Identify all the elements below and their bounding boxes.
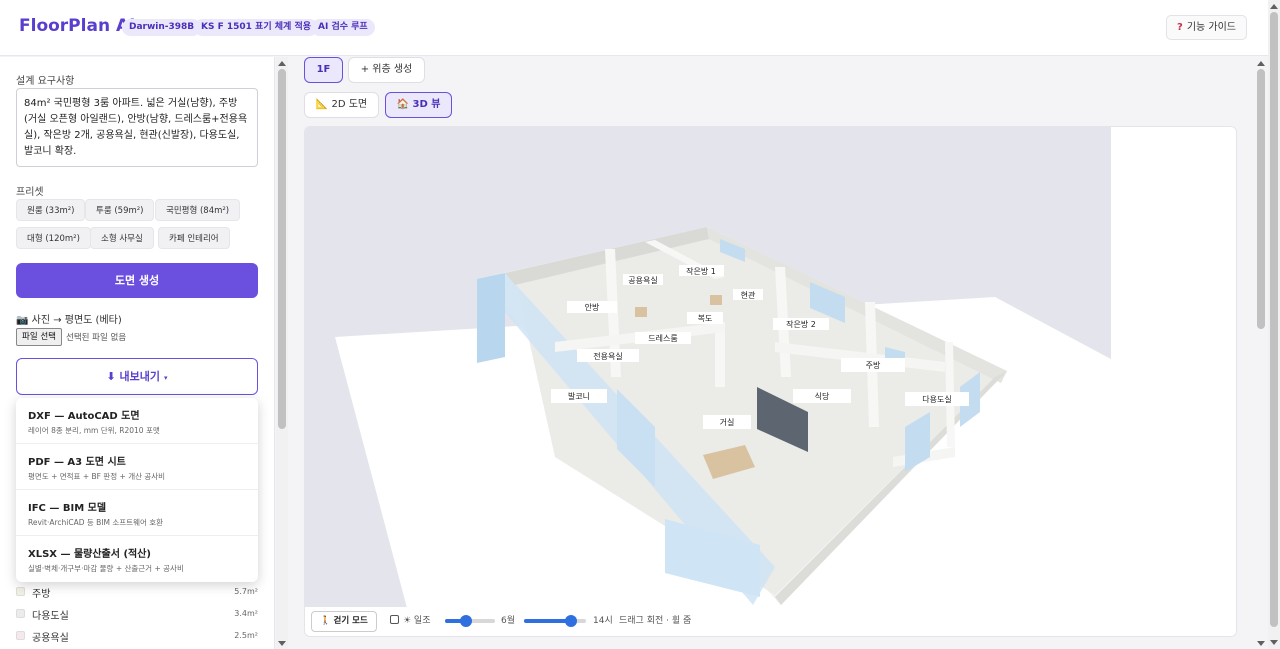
generate-button[interactable]: 도면 생성 — [16, 263, 258, 298]
room-list-item[interactable]: 주방 5.7m² — [16, 583, 258, 601]
tab-3d-view[interactable]: 🏠 3D 뷰 — [385, 92, 452, 118]
scroll-up-icon[interactable] — [1270, 4, 1278, 9]
file-status: 선택된 파일 없음 — [66, 333, 127, 343]
export-option-title: XLSX — 물량산출서 (적산) — [28, 549, 151, 560]
room-label: 현관 — [741, 290, 756, 300]
month-slider-knob[interactable] — [460, 615, 472, 627]
sunlight-checkbox[interactable] — [390, 615, 399, 624]
photo-to-plan-title: 📷 사진 → 평면도 (베타) — [16, 315, 122, 326]
export-option-title: DXF — AutoCAD 도면 — [28, 411, 140, 422]
room-label: 작은방 2 — [786, 319, 816, 329]
viewer-controls: 🚶 걷기 모드 ☀ 일조 6월 14시 드래그 회전 · 휠 줌 — [304, 606, 1237, 636]
tab-2d-plan[interactable]: 📐 2D 도면 — [304, 92, 379, 118]
room-label: 거실 — [720, 417, 735, 427]
room-label: 발코니 — [568, 391, 590, 401]
preset-button[interactable]: 소형 사무실 — [90, 227, 154, 249]
hour-slider[interactable] — [524, 615, 586, 627]
3d-model-render: 공용욕실 작은방 1 현관 안방 복도 작은방 2 드레스룸 전용욕실 주방 발… — [305, 127, 1236, 636]
export-option-desc: 레이어 8종 분리, mm 단위, R2010 포맷 — [28, 426, 160, 435]
window-scrollbar[interactable] — [1268, 0, 1280, 649]
main-scrollbar[interactable] — [1255, 57, 1267, 649]
scrollbar-thumb[interactable] — [1270, 12, 1278, 627]
room-color-swatch — [16, 609, 25, 618]
preset-button[interactable]: 대형 (120m²) — [16, 227, 91, 249]
room-label: 안방 — [585, 302, 600, 312]
guide-button[interactable]: ? 기능 가이드 — [1166, 15, 1247, 40]
export-option-dxf[interactable]: DXF — AutoCAD 도면 레이어 8종 분리, mm 단위, R2010… — [16, 398, 258, 444]
export-dropdown: DXF — AutoCAD 도면 레이어 8종 분리, mm 단위, R2010… — [16, 398, 258, 582]
preset-button[interactable]: 투룸 (59m²) — [85, 199, 155, 221]
hour-value: 14시 — [593, 616, 613, 626]
scroll-down-icon[interactable] — [278, 641, 286, 646]
export-option-xlsx[interactable]: XLSX — 물량산출서 (적산) 실별·벽체·개구부·마감 물량 + 산출근거… — [16, 536, 258, 582]
room-label: 작은방 1 — [686, 266, 716, 276]
export-option-desc: Revit·ArchiCAD 등 BIM 소프트웨어 호환 — [28, 518, 164, 527]
walk-mode-button[interactable]: 🚶 걷기 모드 — [311, 611, 377, 632]
room-label: 전용욕실 — [593, 351, 622, 361]
export-option-ifc[interactable]: IFC — BIM 모델 Revit·ArchiCAD 등 BIM 소프트웨어 … — [16, 490, 258, 536]
scrollbar-thumb[interactable] — [278, 69, 286, 429]
export-option-title: IFC — BIM 모델 — [28, 503, 107, 514]
question-icon: ? — [1177, 22, 1183, 33]
room-label: 복도 — [698, 314, 713, 323]
export-button[interactable]: ⬇ 내보내기 ▾ — [16, 358, 258, 395]
room-area: 2.5m² — [234, 631, 258, 640]
preset-button[interactable]: 카페 인테리어 — [158, 227, 230, 249]
guide-label: 기능 가이드 — [1186, 22, 1236, 33]
app-brand: FloorPlan AI — [19, 16, 136, 36]
month-value: 6월 — [501, 616, 516, 626]
tab-floor-1f[interactable]: 1F — [304, 57, 343, 83]
3d-viewer-canvas[interactable]: 공용욕실 작은방 1 현관 안방 복도 작은방 2 드레스룸 전용욕실 주방 발… — [304, 126, 1237, 637]
sunlight-label: ☀ 일조 — [403, 616, 431, 626]
export-option-desc: 실별·벽체·개구부·마감 물량 + 산출근거 + 공사비 — [28, 564, 184, 573]
room-list-item[interactable]: 공용욕실 2.5m² — [16, 627, 258, 645]
room-label: 드레스룸 — [648, 334, 677, 343]
room-name: 공용욕실 — [32, 633, 69, 644]
viewer-hint: 드래그 회전 · 휠 줌 — [619, 616, 692, 626]
presets-label: 프리셋 — [16, 187, 44, 198]
export-option-desc: 평면도 + 면적표 + BF 판정 + 개산 공사비 — [28, 472, 166, 481]
export-label: ⬇ 내보내기 — [106, 370, 160, 383]
export-option-pdf[interactable]: PDF — A3 도면 시트 평면도 + 면적표 + BF 판정 + 개산 공사… — [16, 444, 258, 490]
preset-button[interactable]: 국민평형 (84m²) — [155, 199, 241, 221]
top-bar: FloorPlan AI Darwin-398B KS F 1501 표기 체계… — [0, 0, 1280, 56]
room-label: 다용도실 — [922, 394, 951, 404]
sidebar-scrollbar[interactable] — [276, 57, 288, 649]
ai-review-badge: AI 검수 루프 — [311, 19, 375, 36]
scroll-up-icon[interactable] — [1257, 61, 1265, 66]
scroll-down-icon[interactable] — [1270, 640, 1278, 645]
export-option-title: PDF — A3 도면 시트 — [28, 457, 126, 468]
room-color-swatch — [16, 631, 25, 640]
standard-badge: KS F 1501 표기 체계 적용 — [194, 19, 318, 36]
room-label: 식당 — [815, 391, 830, 401]
requirements-label: 설계 요구사항 — [16, 76, 75, 87]
room-name: 주방 — [32, 589, 51, 600]
month-slider[interactable] — [445, 615, 495, 627]
model-badge: Darwin-398B — [122, 19, 202, 36]
requirements-textarea[interactable]: 84m² 국민평형 3룸 아파트. 넓은 거실(남향), 주방(거실 오픈형 아… — [16, 88, 258, 167]
room-area: 3.4m² — [234, 609, 258, 618]
room-list-item[interactable]: 다용도실 3.4m² — [16, 605, 258, 623]
scrollbar-thumb[interactable] — [1257, 69, 1265, 329]
scroll-down-icon[interactable] — [1257, 641, 1265, 646]
scroll-up-icon[interactable] — [278, 61, 286, 66]
chevron-down-icon: ▾ — [164, 374, 168, 382]
preset-button[interactable]: 원룸 (33m²) — [16, 199, 86, 221]
add-floor-button[interactable]: + 위층 생성 — [348, 57, 425, 83]
room-name: 다용도실 — [32, 611, 69, 622]
room-area: 5.7m² — [234, 587, 258, 596]
hour-slider-fill — [524, 619, 571, 623]
room-label: 주방 — [866, 360, 881, 370]
hour-slider-knob[interactable] — [565, 615, 577, 627]
room-color-swatch — [16, 587, 25, 596]
room-label: 공용욕실 — [628, 275, 657, 285]
file-select-button[interactable]: 파일 선택 — [16, 328, 62, 346]
